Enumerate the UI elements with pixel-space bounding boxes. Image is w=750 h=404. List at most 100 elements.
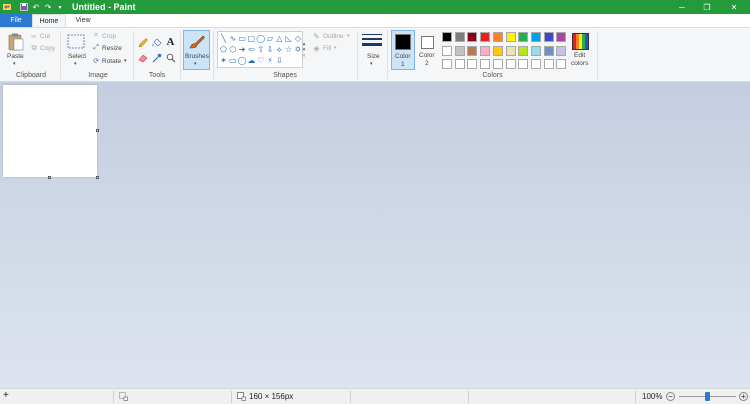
rotate-button[interactable]: Rotate bbox=[102, 58, 121, 65]
palette-swatch[interactable] bbox=[442, 59, 452, 69]
select-icon[interactable] bbox=[67, 33, 85, 49]
shape-option[interactable]: ╲ bbox=[219, 34, 228, 43]
drawing-canvas[interactable] bbox=[3, 85, 97, 177]
palette-swatch[interactable] bbox=[505, 45, 516, 56]
shape-option[interactable]: ⇩ bbox=[275, 56, 284, 65]
crop-icon[interactable]: ⌗ bbox=[92, 32, 100, 40]
shape-option[interactable]: ⬡ bbox=[228, 45, 237, 54]
fill-icon[interactable] bbox=[151, 37, 162, 48]
palette-swatch[interactable] bbox=[530, 45, 541, 56]
shape-option[interactable]: ⚡ bbox=[266, 56, 275, 65]
paste-icon[interactable] bbox=[7, 32, 25, 52]
close-icon[interactable]: ✕ bbox=[722, 0, 746, 14]
paste-button[interactable]: Paste bbox=[7, 53, 24, 60]
palette-swatch[interactable] bbox=[543, 59, 554, 69]
palette-swatch[interactable] bbox=[556, 45, 567, 56]
palette-swatch[interactable] bbox=[543, 32, 554, 42]
text-icon[interactable]: A bbox=[165, 36, 176, 48]
outline-icon[interactable]: ✎ bbox=[312, 32, 321, 41]
resize-handle-right[interactable] bbox=[96, 129, 99, 132]
palette-swatch[interactable] bbox=[480, 32, 491, 42]
rotate-icon[interactable]: ⟳ bbox=[92, 57, 100, 65]
zoom-out-icon[interactable]: − bbox=[666, 392, 675, 401]
cut-button[interactable]: Cut bbox=[40, 33, 50, 40]
zoom-slider-thumb[interactable] bbox=[705, 392, 710, 401]
palette-swatch[interactable] bbox=[543, 45, 554, 56]
eraser-icon[interactable] bbox=[137, 52, 148, 63]
magnifier-icon[interactable] bbox=[165, 52, 176, 63]
outline-dropdown-icon[interactable]: ▾ bbox=[347, 33, 350, 39]
palette-swatch[interactable] bbox=[480, 45, 491, 56]
palette-swatch[interactable] bbox=[454, 32, 465, 42]
palette-swatch[interactable] bbox=[530, 32, 541, 42]
shape-option[interactable]: △ bbox=[275, 34, 284, 43]
fill-shape-icon[interactable]: ◈ bbox=[312, 44, 321, 53]
palette-swatch[interactable] bbox=[518, 45, 529, 56]
palette-swatch[interactable] bbox=[442, 45, 452, 56]
select-button[interactable]: Select bbox=[68, 53, 86, 60]
app-icon[interactable] bbox=[2, 1, 12, 13]
shapes-scroll-icon[interactable]: ▴ ▾ ▿ bbox=[301, 31, 307, 68]
shape-option[interactable]: ◯ bbox=[256, 34, 265, 43]
restore-icon[interactable]: ❐ bbox=[695, 0, 719, 14]
fill-button[interactable]: Fill bbox=[323, 45, 331, 52]
palette-swatch[interactable] bbox=[442, 32, 452, 42]
resize-button[interactable]: Resize bbox=[102, 45, 122, 52]
shapes-gallery[interactable]: ╲ ∿ ▭ ▢ ◯ ▱ △ ◺ ◇ ⬠ ⬡ ➜ ⇦ ⇧ ⇩ ⟡ ☆ ✡ ✶ ▭ ◯ ☁ ♡ ⚡ ⇩ bbox=[217, 31, 303, 68]
rotate-dropdown-icon[interactable]: ▾ bbox=[124, 58, 127, 64]
shape-option[interactable]: ∿ bbox=[228, 34, 237, 43]
palette-swatch[interactable] bbox=[454, 59, 465, 69]
redo-icon[interactable]: ↷ bbox=[43, 1, 53, 13]
shape-option[interactable]: ⇩ bbox=[266, 45, 275, 54]
shape-option[interactable]: ☁ bbox=[247, 56, 256, 65]
tab-file[interactable]: File bbox=[0, 14, 32, 27]
pencil-icon[interactable] bbox=[137, 37, 148, 48]
tab-view[interactable]: View bbox=[68, 14, 98, 27]
resize-handle-bottom[interactable] bbox=[48, 176, 51, 179]
palette-swatch[interactable] bbox=[556, 32, 567, 42]
palette-swatch[interactable] bbox=[518, 59, 529, 69]
palette-swatch[interactable] bbox=[556, 59, 567, 69]
palette-swatch[interactable] bbox=[480, 59, 491, 69]
edit-colors-button[interactable]: Edit colors bbox=[569, 30, 593, 70]
paste-dropdown-icon[interactable]: ▾ bbox=[13, 61, 16, 67]
fill-dropdown-icon[interactable]: ▾ bbox=[334, 45, 337, 51]
palette-swatch[interactable] bbox=[505, 32, 516, 42]
brushes-button[interactable]: Brushes ▾ bbox=[183, 30, 210, 70]
resize-handle-corner[interactable] bbox=[96, 176, 99, 179]
shape-option[interactable]: ➜ bbox=[238, 45, 247, 54]
palette-swatch[interactable] bbox=[505, 59, 516, 69]
palette-swatch[interactable] bbox=[467, 32, 478, 42]
palette-swatch[interactable] bbox=[467, 45, 478, 56]
color1-button[interactable]: Color 1 bbox=[391, 30, 415, 70]
shape-option[interactable]: ◺ bbox=[284, 34, 293, 43]
shape-option[interactable]: ⬠ bbox=[219, 45, 228, 54]
shape-option[interactable]: ♡ bbox=[256, 56, 265, 65]
copy-button[interactable]: Copy bbox=[40, 45, 55, 52]
tab-home[interactable]: Home bbox=[32, 14, 66, 27]
cut-icon[interactable]: ✂ bbox=[30, 33, 38, 41]
save-icon[interactable] bbox=[19, 1, 29, 13]
shape-option[interactable]: ▱ bbox=[266, 34, 275, 43]
palette-swatch[interactable] bbox=[492, 45, 503, 56]
shape-option[interactable]: ▭ bbox=[238, 34, 247, 43]
shape-option[interactable]: ⇧ bbox=[256, 45, 265, 54]
palette-swatch[interactable] bbox=[467, 59, 478, 69]
undo-icon[interactable]: ↶ bbox=[31, 1, 41, 13]
select-dropdown-icon[interactable]: ▾ bbox=[74, 61, 77, 67]
palette-swatch[interactable] bbox=[492, 59, 503, 69]
crop-button[interactable]: Crop bbox=[102, 33, 116, 40]
shape-option[interactable]: ☆ bbox=[284, 45, 293, 54]
outline-button[interactable]: Outline bbox=[323, 33, 344, 40]
shape-option[interactable]: ⟡ bbox=[275, 45, 284, 54]
palette-swatch[interactable] bbox=[530, 59, 541, 69]
palette-swatch[interactable] bbox=[518, 32, 529, 42]
shape-option[interactable]: ◯ bbox=[238, 56, 247, 65]
shape-option[interactable]: ⇦ bbox=[247, 45, 256, 54]
copy-icon[interactable]: ⧉ bbox=[30, 45, 38, 53]
canvas-workspace[interactable] bbox=[0, 82, 750, 388]
zoom-in-icon[interactable]: + bbox=[739, 392, 748, 401]
customize-dropdown-icon[interactable]: ▾ bbox=[56, 1, 64, 13]
resize-icon[interactable]: ⤢ bbox=[92, 44, 100, 52]
color-picker-icon[interactable] bbox=[151, 52, 162, 63]
